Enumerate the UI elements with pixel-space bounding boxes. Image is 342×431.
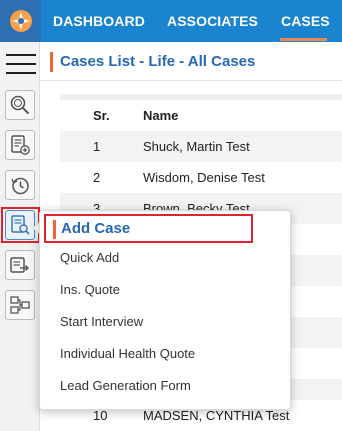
hamburger-menu-icon[interactable] — [6, 54, 36, 74]
table-header-row: Sr. Name — [60, 100, 342, 131]
nav-associates[interactable]: ASSOCIATES — [167, 0, 258, 42]
transfer-icon — [10, 257, 29, 273]
add-case-dropdown: Add Case Quick Add Ins. Quote Start Inte… — [39, 210, 291, 410]
nav-dashboard[interactable]: DASHBOARD — [53, 0, 145, 42]
top-nav-bar: DASHBOARD ASSOCIATES CASES — [0, 0, 342, 42]
table-row[interactable]: 2 Wisdom, Denise Test — [60, 162, 342, 193]
row-sr: 2 — [93, 170, 101, 185]
column-header-sr[interactable]: Sr. — [93, 100, 110, 131]
nav-active-indicator — [280, 38, 327, 41]
table-row[interactable]: 1 Shuck, Martin Test — [60, 131, 342, 162]
title-accent-bar — [50, 52, 53, 72]
logo-icon — [9, 10, 32, 32]
row-sr: 1 — [93, 139, 101, 154]
row-name[interactable]: Wisdom, Denise Test — [143, 162, 265, 193]
menu-item-start-interview[interactable]: Start Interview — [60, 313, 143, 331]
header-divider — [40, 80, 342, 81]
sidebar-transfer-button[interactable] — [5, 250, 35, 280]
menu-item-quick-add[interactable]: Quick Add — [60, 249, 119, 267]
sidebar-history-button[interactable] — [5, 170, 35, 200]
menu-item-lead-generation-form[interactable]: Lead Generation Form — [60, 377, 191, 395]
history-icon — [11, 177, 29, 195]
row-name[interactable]: Shuck, Martin Test — [143, 131, 250, 162]
dropdown-accent-bar — [53, 220, 56, 239]
menu-item-ins-quote[interactable]: Ins. Quote — [60, 281, 120, 299]
dropdown-header-highlight: Add Case — [44, 214, 253, 243]
sidebar-workflow-button[interactable] — [5, 290, 35, 320]
sidebar-search-button[interactable] — [5, 90, 35, 120]
sidebar-add-document-button[interactable] — [5, 130, 35, 160]
column-header-name[interactable]: Name — [143, 100, 178, 131]
page-title: Cases List - Life - All Cases — [60, 53, 256, 70]
app-logo[interactable] — [0, 0, 41, 42]
workflow-icon — [10, 296, 30, 314]
nav-cases[interactable]: CASES — [281, 0, 330, 42]
add-case-title[interactable]: Add Case — [61, 216, 130, 241]
search-icon — [10, 95, 30, 115]
add-document-icon — [11, 135, 30, 155]
menu-item-individual-health-quote[interactable]: Individual Health Quote — [60, 345, 195, 363]
